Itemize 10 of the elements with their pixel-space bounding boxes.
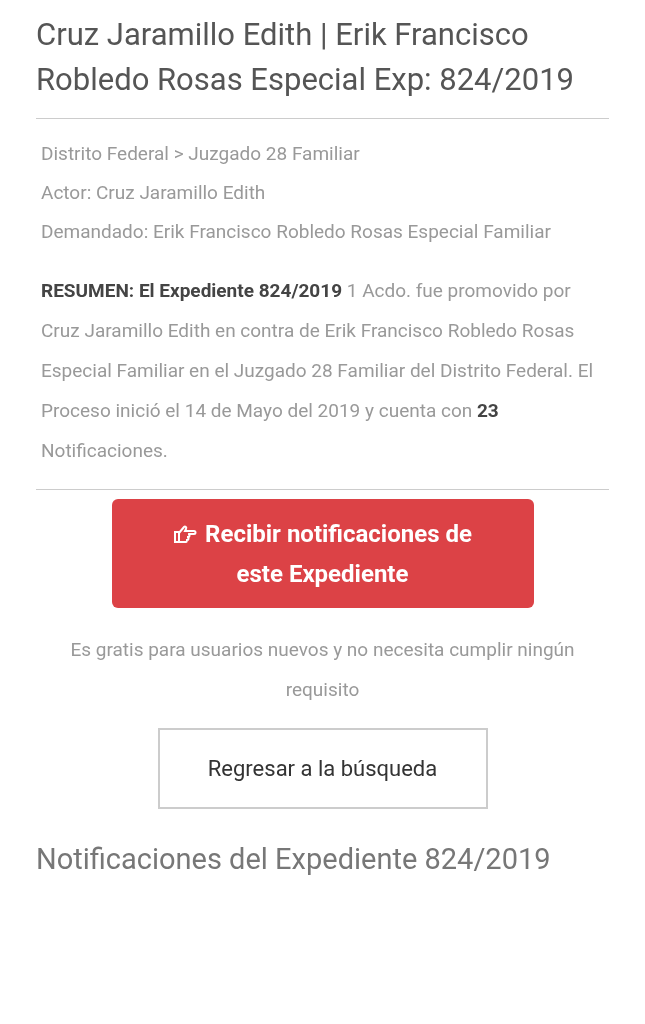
- subscribe-button[interactable]: Recibir notificaciones de este Expediente: [111, 499, 534, 608]
- detail-line: Actor: Cruz Jaramillo Edith: [41, 180, 267, 206]
- note-text: Es gratis para usuarios nuevos y no necesita cumplir ningún requisito: [69, 637, 576, 703]
- back-button[interactable]: Regresar a la búsqueda: [157, 728, 488, 809]
- pointing-hand-icon: [173, 523, 198, 544]
- section-heading: Notificaciones del Expediente 824/2019: [36, 841, 552, 878]
- case-summary: RESUMEN: El Expediente 824/2019 1 Acdo. fue promovido por Cruz Jaramillo Edith en contra de Erik Francisco Robledo Rosas Especial Familiar en el Juzgado 28 Familiar del Distrito Federal. El Proceso inició el 14 de Mayo del 2019 y cuenta con 23 Notificaciones.: [36, 271, 609, 490]
- detail-line: Distrito Federal > Juzgado 28 Familiar: [41, 141, 361, 167]
- case-title: Cruz Jaramillo Edith | Erik Francisco Robledo Rosas Especial Exp: 824/2019: [36, 12, 609, 119]
- detail-line: Demandado: Erik Francisco Robledo Rosas Especial Familiar: [41, 219, 552, 245]
